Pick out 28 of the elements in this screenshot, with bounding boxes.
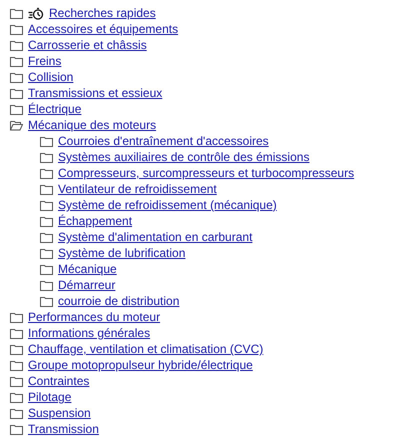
category-link[interactable]: Contraintes: [28, 373, 90, 389]
category-link[interactable]: Groupe motopropulseur hybride/électrique: [28, 357, 253, 373]
category-link[interactable]: Recherches rapides: [49, 5, 156, 21]
category-link[interactable]: Système d'alimentation en carburant: [58, 229, 252, 245]
category-link[interactable]: Échappement: [58, 213, 132, 229]
category-link[interactable]: Performances du moteur: [28, 309, 160, 325]
category-link[interactable]: Compresseurs, surcompresseurs et turbocompresseurs: [58, 165, 354, 181]
category-link[interactable]: Suspension: [28, 405, 91, 421]
category-link[interactable]: Ventilateur de refroidissement: [58, 181, 217, 197]
category-link[interactable]: Carrosserie et châssis: [28, 37, 147, 53]
category-link[interactable]: Informations générales: [28, 325, 150, 341]
category-link[interactable]: Collision: [28, 69, 74, 85]
category-link[interactable]: Mécanique: [58, 261, 117, 277]
stopwatch-icon: [28, 6, 44, 20]
category-link[interactable]: Chauffage, ventilation et climatisation (CVC): [28, 341, 264, 357]
category-link[interactable]: Transmission: [28, 421, 99, 437]
category-link[interactable]: Électrique: [28, 101, 82, 117]
category-link[interactable]: Systèmes auxiliaires de contrôle des émissions: [58, 149, 310, 165]
category-link[interactable]: Freins: [28, 53, 62, 69]
category-link[interactable]: Accessoires et équipements: [28, 21, 178, 37]
category-link[interactable]: Système de refroidissement (mécanique): [58, 197, 277, 213]
category-link[interactable]: courroie de distribution: [58, 293, 180, 309]
category-link[interactable]: Transmissions et essieux: [28, 85, 162, 101]
category-link[interactable]: Courroies d'entraînement d'accessoires: [58, 133, 269, 149]
category-link[interactable]: Système de lubrification: [58, 245, 186, 261]
category-link[interactable]: Pilotage: [28, 389, 72, 405]
category-link[interactable]: Démarreur: [58, 277, 116, 293]
category-link[interactable]: Mécanique des moteurs: [28, 117, 156, 133]
